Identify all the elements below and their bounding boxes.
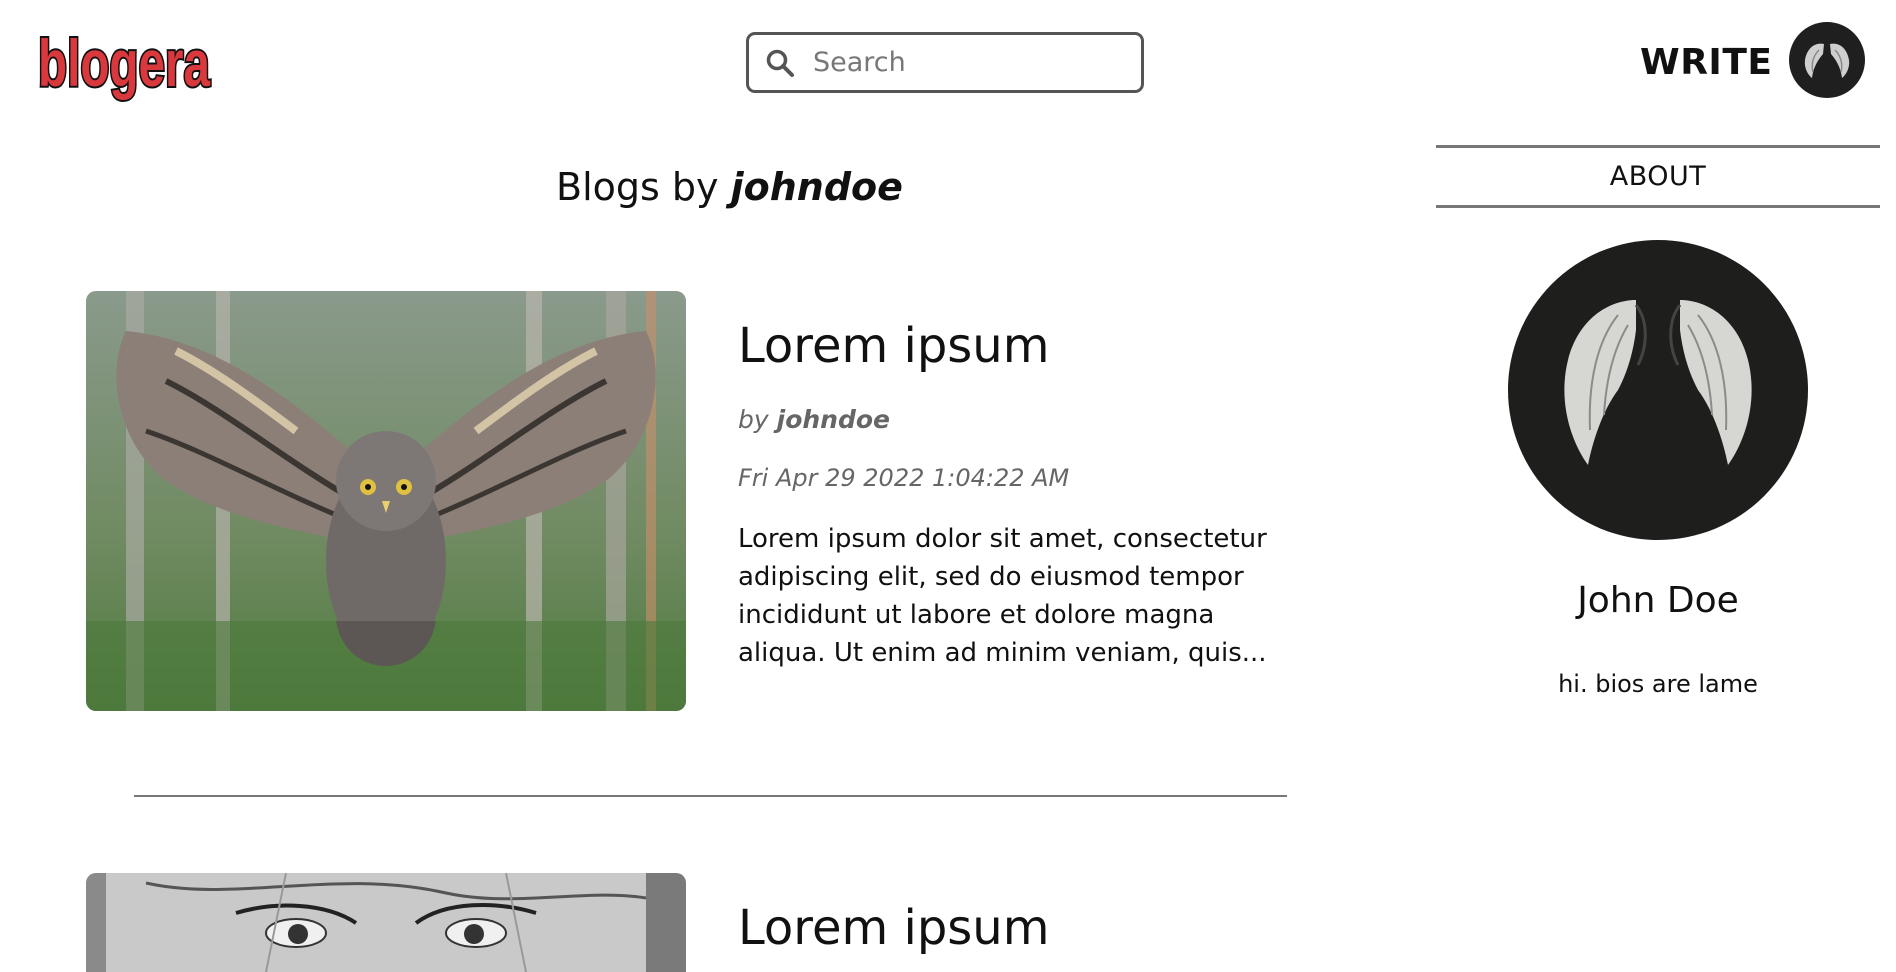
post-image-sketch[interactable] bbox=[86, 873, 686, 972]
blogera-logo[interactable]: blogera bbox=[32, 22, 218, 102]
post-author-prefix: by bbox=[738, 405, 769, 434]
profile-avatar bbox=[1508, 240, 1808, 540]
post-divider bbox=[134, 795, 1287, 797]
post-author: by johndoe bbox=[738, 405, 890, 434]
wings-icon bbox=[1804, 43, 1850, 78]
post-title[interactable]: Lorem ipsum bbox=[738, 318, 1049, 374]
post-date: Fri Apr 29 2022 1:04:22 AM bbox=[738, 464, 1070, 492]
wings-icon bbox=[1564, 300, 1752, 465]
post-image-owl[interactable] bbox=[86, 291, 686, 711]
user-avatar[interactable] bbox=[1789, 22, 1865, 98]
search-icon bbox=[766, 49, 794, 77]
page-title-username: johndoe bbox=[730, 165, 903, 209]
about-heading: ABOUT bbox=[1436, 145, 1880, 208]
write-button[interactable]: WRITE bbox=[1640, 42, 1772, 83]
profile-name: John Doe bbox=[1577, 580, 1739, 621]
logo-wordmark: blogera bbox=[38, 26, 211, 100]
search-input[interactable] bbox=[811, 46, 1115, 79]
page-title-prefix: Blogs by bbox=[556, 165, 719, 209]
page-title: Blogs by johndoe bbox=[556, 165, 903, 209]
post-excerpt: Lorem ipsum dolor sit amet, consectetur … bbox=[738, 524, 1267, 668]
profile-bio: hi. bios are lame bbox=[1558, 670, 1758, 698]
post-author-link[interactable]: johndoe bbox=[777, 405, 890, 434]
search-box[interactable] bbox=[746, 32, 1144, 93]
post-title[interactable]: Lorem ipsum bbox=[738, 900, 1049, 956]
